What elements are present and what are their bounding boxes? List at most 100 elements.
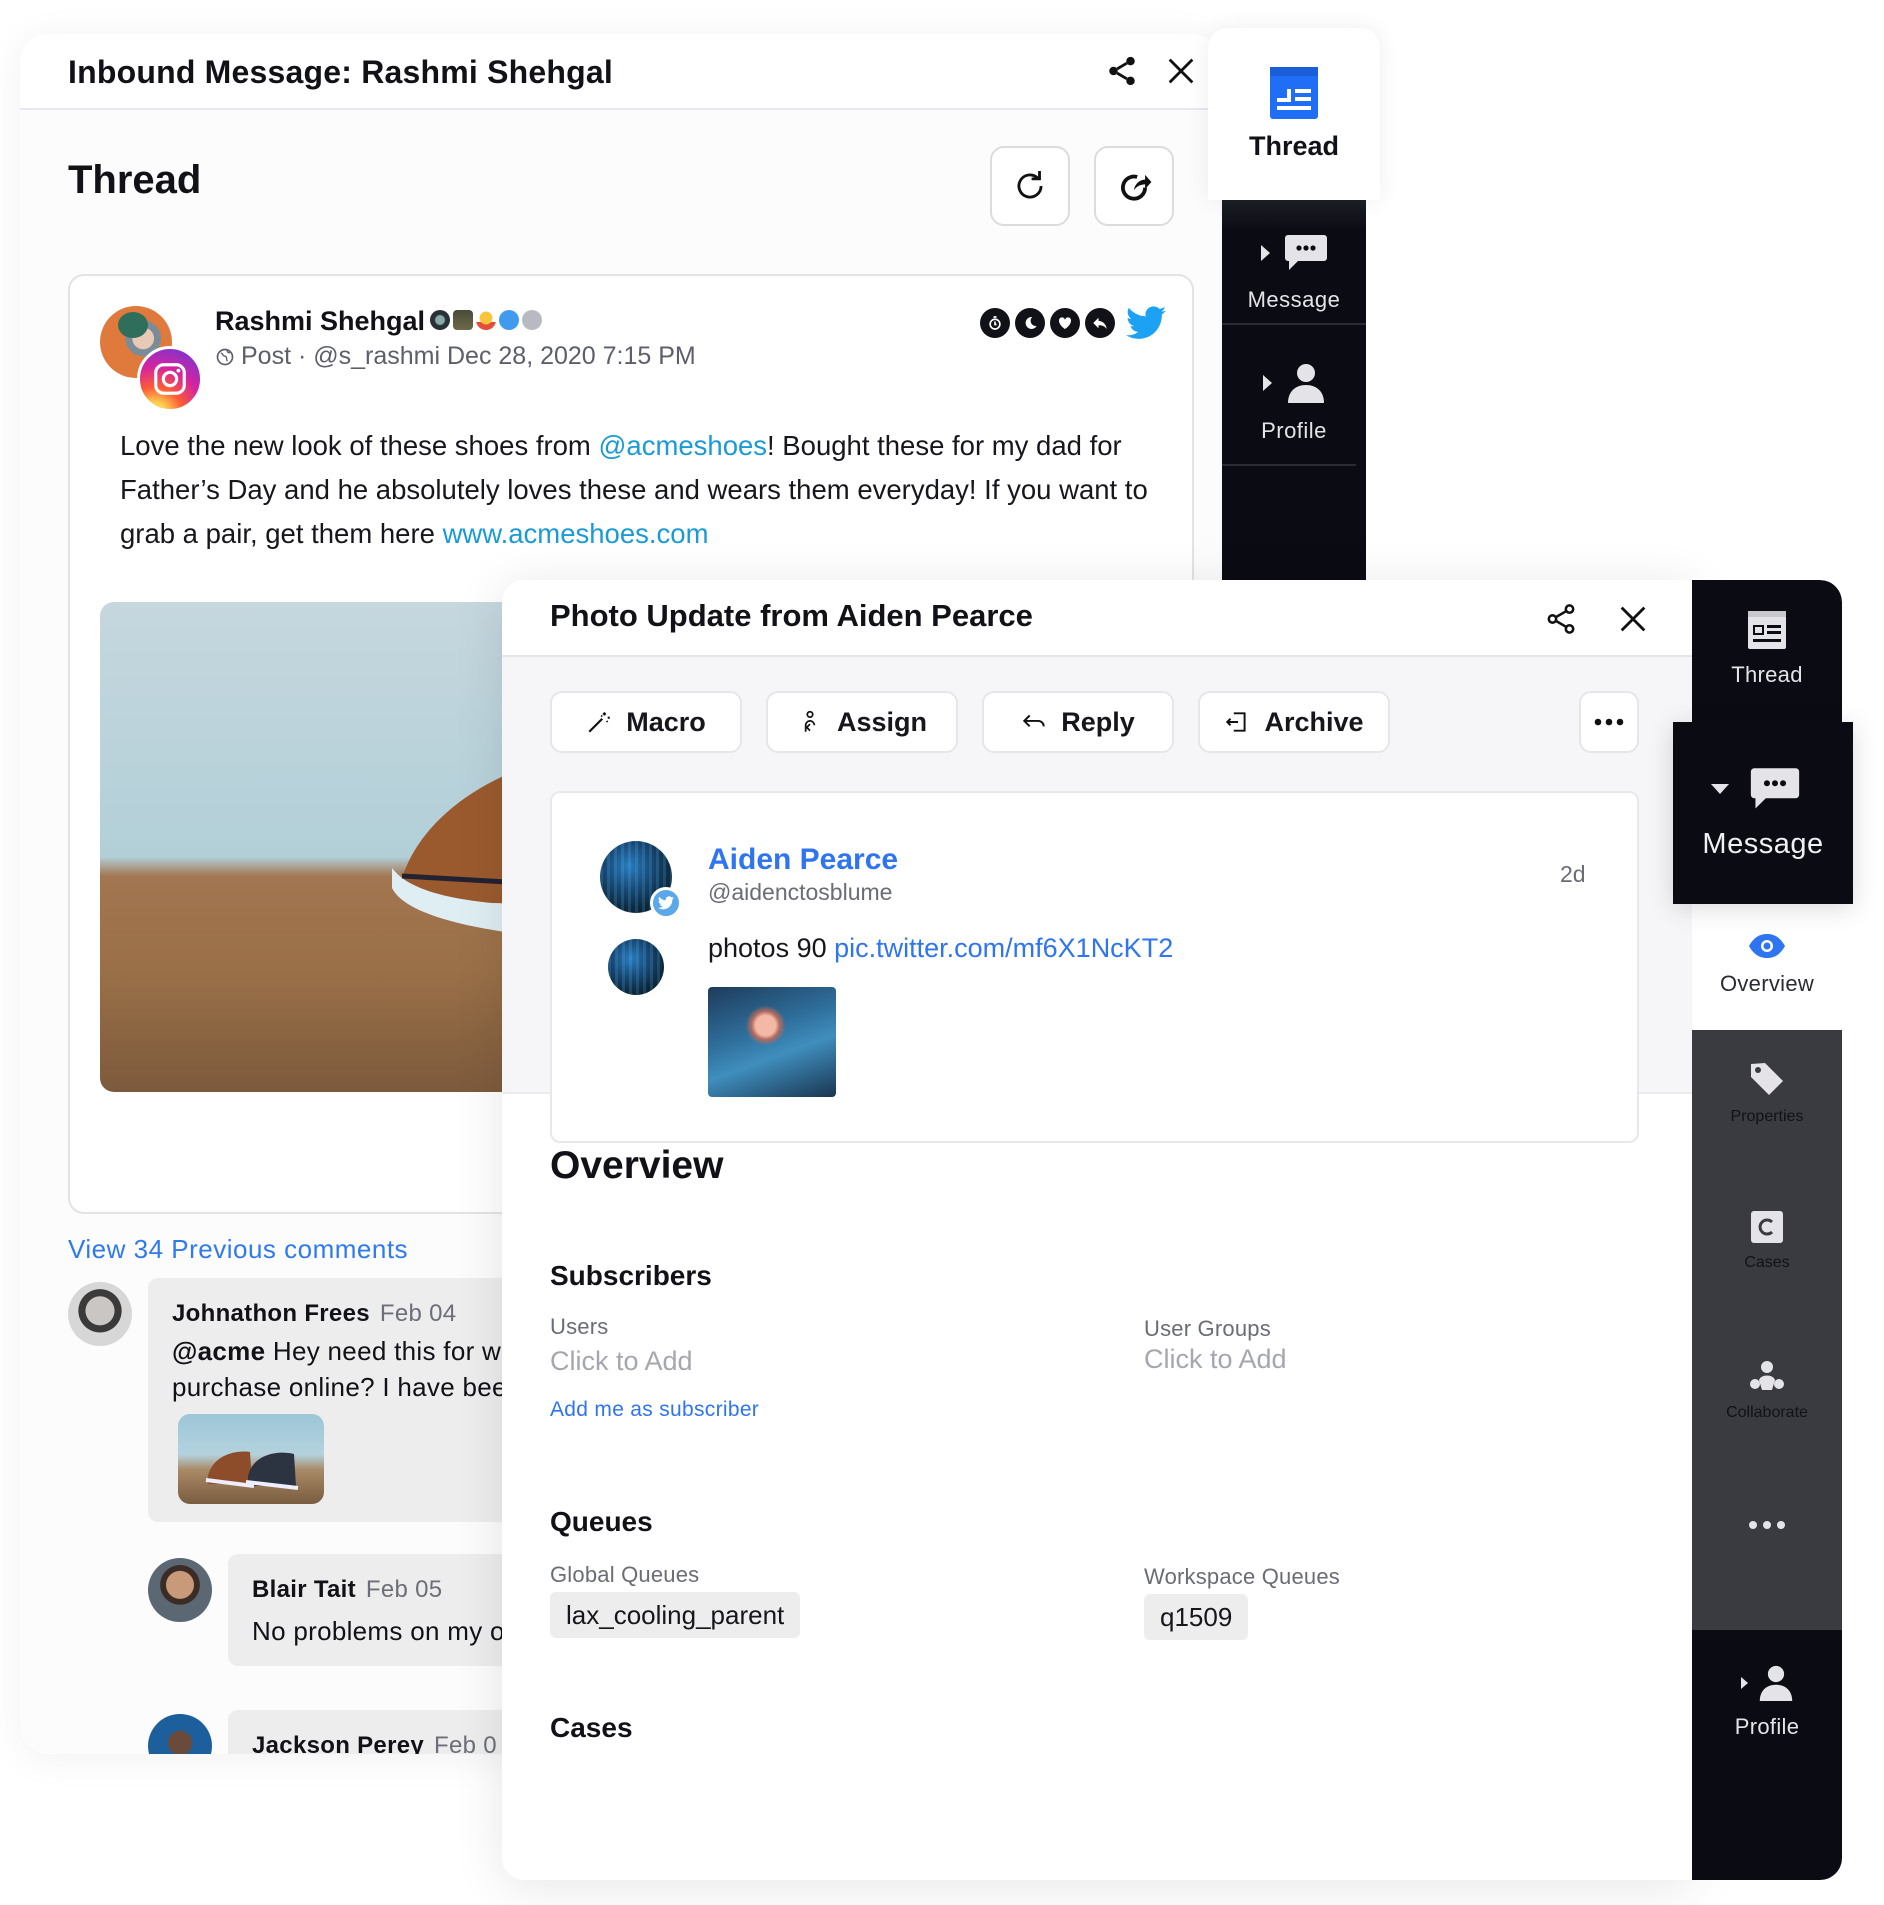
workspace-queues-label: Workspace Queues <box>1144 1564 1341 1589</box>
photo-link[interactable]: pic.twitter.com/mf6X1NcKT2 <box>834 933 1173 963</box>
post-author[interactable]: Rashmi Shehgal <box>215 306 425 337</box>
refresh-button[interactable] <box>990 146 1070 226</box>
thread-icon <box>1270 66 1318 119</box>
nav-thread[interactable]: Thread <box>1692 580 1842 718</box>
message-text: photos 90 pic.twitter.com/mf6X1NcKT2 <box>708 933 1174 963</box>
comment-image[interactable] <box>178 1414 324 1504</box>
commenter-avatar <box>68 1282 132 1346</box>
tab-profile[interactable]: Profile <box>1222 330 1366 476</box>
post-meta: Post · @s_rashmi Dec 28, 2020 7:15 PM <box>215 342 696 371</box>
reply-icon[interactable] <box>1085 308 1115 338</box>
photo-badge <box>430 310 450 330</box>
moon-icon[interactable] <box>1015 308 1045 338</box>
assign-button[interactable]: Assign <box>766 691 958 753</box>
nav-overview[interactable]: Overview <box>1692 900 1842 1030</box>
heart-icon[interactable] <box>1050 308 1080 338</box>
panel-title: Inbound Message: Rashmi Shehgal <box>68 54 613 90</box>
forward-button[interactable] <box>1094 146 1174 226</box>
global-queue-chip[interactable]: lax_cooling_parent <box>550 1592 801 1638</box>
panel-header: Inbound Message: Rashmi Shehgal <box>20 34 1220 110</box>
nav-label: Cases <box>1744 1254 1790 1271</box>
sad-face-badge <box>522 310 542 330</box>
refresh-icon <box>1017 170 1043 199</box>
close-icon[interactable] <box>1164 54 1198 88</box>
instagram-icon <box>137 346 203 412</box>
message-icon <box>1750 767 1800 809</box>
user-groups-add-field[interactable]: Click to Add <box>1144 1344 1287 1375</box>
tab-label: Profile <box>1261 418 1327 443</box>
globe-icon <box>216 348 234 365</box>
nav-cases[interactable]: Cases <box>1692 1210 1842 1272</box>
message-photo[interactable] <box>708 987 836 1097</box>
button-label: Archive <box>1264 706 1364 737</box>
photo-update-panel: Photo Update from Aiden Pearce Macro Ass… <box>502 580 1692 1880</box>
nav-more[interactable] <box>1692 1520 1842 1530</box>
reply-button[interactable]: Reply <box>982 691 1174 753</box>
mention-link[interactable]: @acmeshoes <box>598 430 767 461</box>
macro-button[interactable]: Macro <box>550 691 742 753</box>
nav-label: Properties <box>1730 1108 1804 1125</box>
archive-button[interactable]: Archive <box>1198 691 1390 753</box>
button-label: Assign <box>836 706 928 737</box>
nav-label: Overview <box>1719 971 1815 996</box>
comment-text: @acme Hey need this for w <box>172 1336 502 1366</box>
nav-profile[interactable]: Profile <box>1692 1630 1842 1880</box>
comment-mention[interactable]: @acme <box>172 1336 265 1366</box>
archive-icon <box>1226 712 1247 732</box>
user-groups-label: User Groups <box>1144 1316 1271 1341</box>
post-body: Love the new look of these shoes from @a… <box>120 424 1150 556</box>
workspace-queue-chip[interactable]: q1509 <box>1144 1594 1249 1640</box>
nav-message-active[interactable]: Message <box>1673 722 1853 904</box>
assign-icon <box>804 710 816 732</box>
comment-text: No problems on my o <box>252 1616 505 1646</box>
caret-down-icon <box>1711 783 1729 794</box>
sender-handle: @aidenctosblume <box>708 879 893 905</box>
profile-icon <box>1759 1665 1792 1701</box>
comment-author: Blair Tait Feb 05 <box>252 1576 443 1603</box>
nav-label: Collaborate <box>1726 1404 1808 1421</box>
nav-properties[interactable]: Properties <box>1692 1060 1842 1126</box>
photo-badge <box>453 310 473 330</box>
share-icon[interactable] <box>1544 602 1578 636</box>
nav-label: Profile <box>1734 1714 1800 1739</box>
comment-author: Johnathon Frees Feb 04 <box>172 1300 457 1327</box>
reply-arrow-icon <box>1023 714 1045 728</box>
back-panel-tab-strip: Message Profile <box>1222 200 1366 580</box>
eye-icon <box>1749 934 1785 958</box>
comment-date: Feb 05 <box>365 1576 443 1603</box>
view-previous-comments-link[interactable]: View 34 Previous comments <box>68 1234 408 1265</box>
nav-label: Thread <box>1731 662 1803 687</box>
message-time: 2d <box>1560 861 1586 887</box>
message-card: Aiden Pearce @aidenctosblume 2d photos 9… <box>550 791 1639 1143</box>
forward-icon <box>1121 174 1152 201</box>
post-text: Love the new look of these shoes from <box>120 430 599 461</box>
add-me-as-subscriber-link[interactable]: Add me as subscriber <box>550 1398 759 1422</box>
website-link[interactable]: www.acmeshoes.com <box>443 518 709 549</box>
caret-right-icon <box>1740 1677 1748 1689</box>
queues-title: Queues <box>550 1506 653 1537</box>
close-icon[interactable] <box>1616 602 1650 636</box>
nav-collaborate[interactable]: Collaborate <box>1692 1360 1842 1422</box>
collaborate-icon <box>1750 1361 1784 1390</box>
global-queues-label: Global Queues <box>550 1562 700 1587</box>
divider <box>1222 323 1366 325</box>
tab-label: Message <box>1247 287 1341 312</box>
button-label: Macro <box>626 706 706 737</box>
users-add-field[interactable]: Click to Add <box>550 1346 693 1377</box>
magic-wand-icon <box>588 712 611 733</box>
stopwatch-icon[interactable] <box>980 308 1010 338</box>
nav-group: Properties Cases Collaborate <box>1692 1030 1842 1630</box>
tab-label: Thread <box>1248 130 1340 161</box>
tab-thread-active[interactable]: Thread <box>1208 28 1380 200</box>
divider <box>1222 464 1356 466</box>
users-label: Users <box>550 1314 609 1339</box>
sender-avatar-small <box>608 939 664 995</box>
award-badge <box>476 310 496 330</box>
twitter-badge-icon <box>650 887 682 919</box>
caret-right-icon <box>1262 375 1272 391</box>
more-options-button[interactable] <box>1579 691 1639 753</box>
share-icon[interactable] <box>1105 54 1139 88</box>
ellipsis-icon <box>1594 718 1624 726</box>
sender-name[interactable]: Aiden Pearce <box>708 843 898 877</box>
comment-bubble: Blair Tait Feb 05 No problems on my o <box>228 1554 548 1666</box>
